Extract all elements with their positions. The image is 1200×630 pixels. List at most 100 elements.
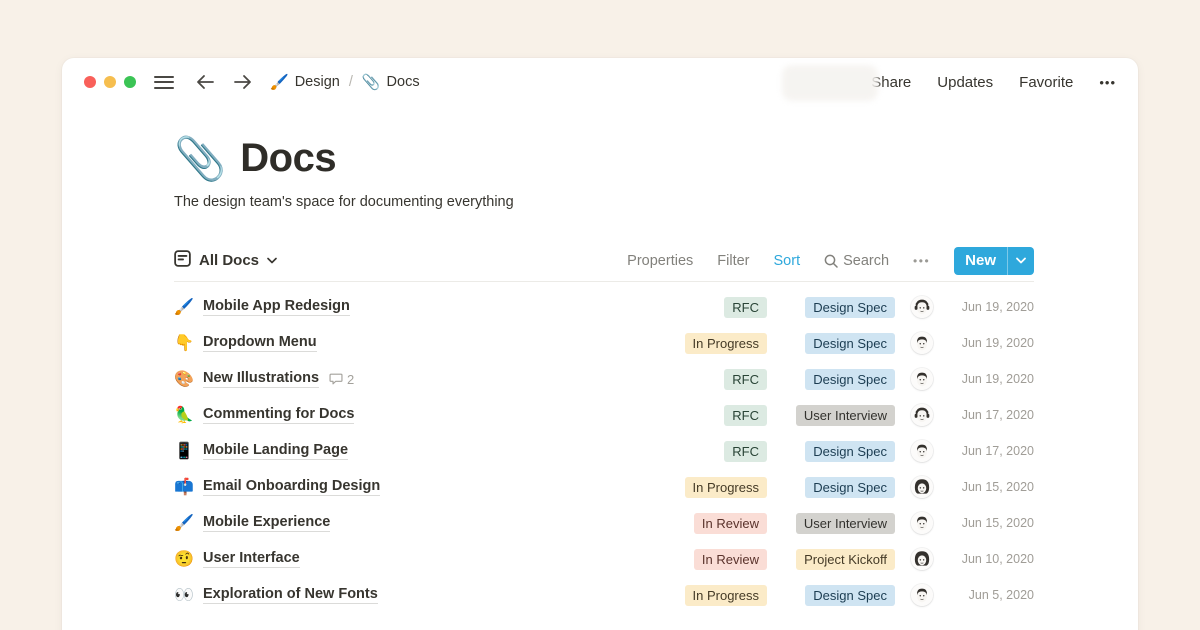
table-row: 🖌️ Mobile Experience In Review User Inte… [174,505,1034,541]
forward-arrow-icon[interactable] [233,74,252,90]
toolbar-item-filter[interactable]: Filter [717,253,749,269]
table-row: 🤨 User Interface In Review Project Kicko… [174,541,1034,577]
eyes-icon: 👀 [174,585,203,605]
doc-type-tag[interactable]: User Interview [796,513,895,534]
doc-type-tag[interactable]: User Interview [796,405,895,426]
page-content: 📎 Docs The design team's space for docum… [62,136,1138,613]
avatar-woman-headphones[interactable] [911,296,933,318]
doc-type-tag[interactable]: Design Spec [805,333,895,354]
created-date: Jun 17, 2020 [948,444,1034,458]
toolbar-menu: Properties Filter Sort Search ••• New [627,247,1034,275]
zoom-window-button[interactable] [124,76,136,88]
breadcrumb-item[interactable]: 📎Docs [362,73,420,91]
doc-title-link[interactable]: Mobile Landing Page [203,442,348,460]
doc-title-link[interactable]: User Interface [203,550,300,568]
new-button[interactable]: New [954,247,1034,275]
paintbrush-icon: 🖌️ [174,513,203,533]
avatar-woman[interactable] [911,548,933,570]
comment-count[interactable]: 2 [329,372,354,387]
search-button[interactable]: Search [824,253,889,269]
docs-list: 🖌️ Mobile App Redesign RFC Design Spec J… [174,282,1034,613]
table-row: 👇 Dropdown Menu In Progress Design Spec … [174,325,1034,361]
status-tag[interactable]: In Progress [685,333,767,354]
status-tag[interactable]: RFC [724,297,767,318]
updates-button[interactable]: Updates [937,74,993,91]
toolbar-item-properties[interactable]: Properties [627,253,693,269]
sidebar-toggle-icon[interactable] [154,72,174,92]
created-date: Jun 19, 2020 [948,372,1034,386]
doc-title-link[interactable]: Exploration of New Fonts [203,586,378,604]
close-window-button[interactable] [84,76,96,88]
chevron-down-icon [267,257,277,264]
view-toolbar: All Docs Properties Filter Sort Search •••… [174,240,1034,282]
status-tag[interactable]: RFC [724,369,767,390]
back-arrow-icon[interactable] [196,74,215,90]
avatar-man[interactable] [911,332,933,354]
doc-type-tag[interactable]: Design Spec [805,297,895,318]
table-row: 📫 Email Onboarding Design In Progress De… [174,469,1034,505]
created-date: Jun 19, 2020 [948,300,1034,314]
mailbox-icon: 📫 [174,477,203,497]
mobile-phone-icon: 📱 [174,441,203,461]
avatar-man[interactable] [911,584,933,606]
created-date: Jun 19, 2020 [948,336,1034,350]
search-icon [824,254,838,268]
doc-type-tag[interactable]: Design Spec [805,441,895,462]
status-tag[interactable]: RFC [724,405,767,426]
table-row: 🎨 New Illustrations 2 RFC Design Spec Ju… [174,361,1034,397]
toolbar-item-sort[interactable]: Sort [774,253,801,269]
doc-title-link[interactable]: New Illustrations [203,370,319,388]
doc-title-link[interactable]: Dropdown Menu [203,334,317,352]
more-options-icon[interactable]: ••• [1099,75,1116,90]
window-controls [84,76,136,88]
status-tag[interactable]: In Progress [685,477,767,498]
history-nav [196,74,252,90]
search-label: Search [843,253,889,269]
palette-icon: 🎨 [174,369,203,389]
doc-title-link[interactable]: Commenting for Docs [203,406,354,424]
view-switcher[interactable]: All Docs [174,250,277,271]
status-tag[interactable]: In Progress [685,585,767,606]
status-tag[interactable]: RFC [724,441,767,462]
breadcrumb-item[interactable]: 🖌️Design [270,73,340,91]
breadcrumb-separator: / [347,74,355,90]
list-view-icon [174,250,191,271]
doc-type-tag[interactable]: Design Spec [805,477,895,498]
avatar-man[interactable] [911,368,933,390]
doc-type-tag[interactable]: Project Kickoff [796,549,895,570]
page-header: 📎 Docs The design team's space for docum… [174,136,1034,210]
status-tag[interactable]: In Review [694,513,767,534]
status-tag[interactable]: In Review [694,549,767,570]
created-date: Jun 10, 2020 [948,552,1034,566]
blurred-presence-indicator [782,65,878,101]
desktop-background: { "colors": { "accent": "#2EA8DC", "traf… [0,0,1200,630]
created-date: Jun 5, 2020 [948,588,1034,602]
page-subtitle[interactable]: The design team's space for documenting … [174,194,1034,210]
doc-title-link[interactable]: Mobile Experience [203,514,330,532]
avatar-man[interactable] [911,440,933,462]
page-icon-paperclip[interactable]: 📎 [174,138,226,180]
doc-type-tag[interactable]: Design Spec [805,369,895,390]
page-title[interactable]: Docs [240,136,336,181]
avatar-woman-headphones[interactable] [911,404,933,426]
new-button-caret[interactable] [1008,247,1034,275]
paintbrush-icon: 🖌️ [174,297,203,317]
table-row: 📱 Mobile Landing Page RFC Design Spec Ju… [174,433,1034,469]
view-switcher-label: All Docs [199,252,259,269]
view-options-icon[interactable]: ••• [913,254,930,268]
avatar-man[interactable] [911,512,933,534]
pointing-down-icon: 👇 [174,333,203,353]
doc-title-link[interactable]: Email Onboarding Design [203,478,380,496]
avatar-woman[interactable] [911,476,933,498]
favorite-button[interactable]: Favorite [1019,74,1073,91]
chevron-down-icon [1016,257,1026,264]
created-date: Jun 15, 2020 [948,480,1034,494]
doc-title-link[interactable]: Mobile App Redesign [203,298,350,316]
app-window: 🖌️Design/📎Docs ShareUpdatesFavorite ••• … [62,58,1138,630]
parrot-icon: 🦜 [174,405,203,425]
new-button-label[interactable]: New [954,247,1007,275]
table-row: 🖌️ Mobile App Redesign RFC Design Spec J… [174,289,1034,325]
minimize-window-button[interactable] [104,76,116,88]
table-row: 🦜 Commenting for Docs RFC User Interview… [174,397,1034,433]
doc-type-tag[interactable]: Design Spec [805,585,895,606]
